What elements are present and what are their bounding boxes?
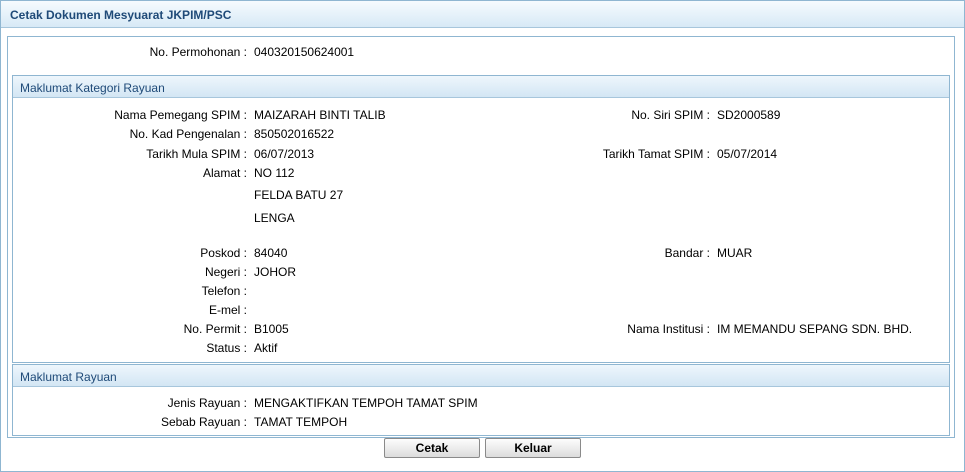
poskod-label: Poskod : xyxy=(200,246,247,260)
kategori-rayuan-title: Maklumat Kategori Rayuan xyxy=(20,81,165,95)
permohonan-value: 040320150624001 xyxy=(254,45,355,59)
kad-pengenalan-value: 850502016522 xyxy=(254,127,335,141)
bandar-value: MUAR xyxy=(717,246,753,260)
alamat-line-1: NO 112 xyxy=(254,166,295,180)
panel-title: Cetak Dokumen Mesyuarat JKPIM/PSC xyxy=(10,8,232,22)
permit-label: No. Permit : xyxy=(183,322,247,336)
tarikh-mula-label: Tarikh Mula SPIM : xyxy=(146,147,247,161)
alamat-label: Alamat : xyxy=(202,166,247,180)
institusi-value: IM MEMANDU SEPANG SDN. BHD. xyxy=(717,322,913,336)
poskod-value: 84040 xyxy=(254,246,288,260)
institusi-label: Nama Institusi : xyxy=(627,322,710,336)
keluar-button[interactable]: Keluar xyxy=(485,438,581,458)
negeri-value: JOHOR xyxy=(254,265,296,279)
permit-value: B1005 xyxy=(254,322,289,336)
emel-label: E-mel : xyxy=(208,303,247,317)
bandar-label: Bandar : xyxy=(664,246,710,260)
negeri-label: Negeri : xyxy=(204,265,247,279)
kategori-rayuan-header: Maklumat Kategori Rayuan xyxy=(13,76,949,98)
cetak-button[interactable]: Cetak xyxy=(384,438,480,458)
sebab-rayuan-label: Sebab Rayuan : xyxy=(160,415,247,429)
status-value: Aktif xyxy=(254,341,278,355)
jenis-rayuan-value: MENGAKTIFKAN TEMPOH TAMAT SPIM xyxy=(254,396,478,410)
permohonan-label: No. Permohonan : xyxy=(149,45,247,59)
rayuan-header: Maklumat Rayuan xyxy=(13,365,949,387)
sebab-rayuan-value: TAMAT TEMPOH xyxy=(254,415,348,429)
panel-header: Cetak Dokumen Mesyuarat JKPIM/PSC xyxy=(1,1,964,28)
jenis-rayuan-label: Jenis Rayuan : xyxy=(167,396,247,410)
alamat-line-3: LENGA xyxy=(254,211,295,225)
siri-value: SD2000589 xyxy=(717,108,781,122)
tarikh-tamat-value: 05/07/2014 xyxy=(717,147,778,161)
status-label: Status : xyxy=(206,341,247,355)
siri-label: No. Siri SPIM : xyxy=(631,108,710,122)
tarikh-mula-value: 06/07/2013 xyxy=(254,147,315,161)
alamat-line-2: FELDA BATU 27 xyxy=(254,188,344,202)
rayuan-title: Maklumat Rayuan xyxy=(20,370,117,384)
telefon-label: Telefon : xyxy=(201,284,247,298)
tarikh-tamat-label: Tarikh Tamat SPIM : xyxy=(602,147,710,161)
kad-pengenalan-label: No. Kad Pengenalan : xyxy=(129,127,247,141)
rayuan-section: Maklumat Rayuan xyxy=(12,364,950,436)
nama-label: Nama Pemegang SPIM : xyxy=(114,108,247,122)
nama-value: MAIZARAH BINTI TALIB xyxy=(254,108,386,122)
